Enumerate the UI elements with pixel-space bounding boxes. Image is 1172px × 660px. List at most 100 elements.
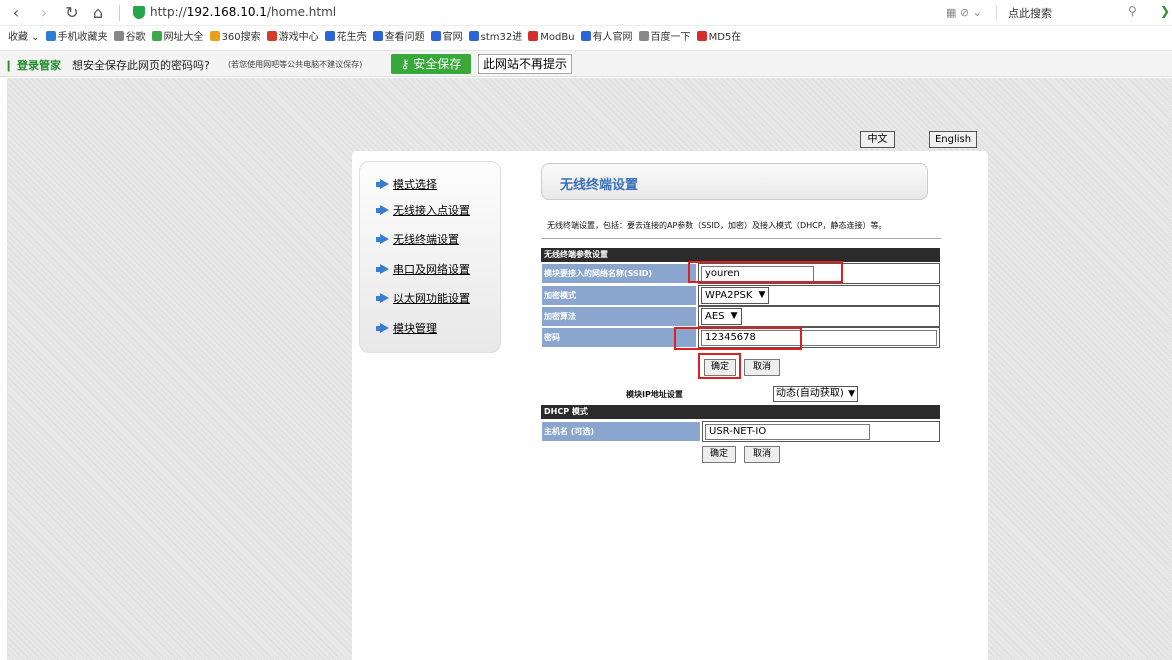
bookmark-favicon-icon: [528, 31, 539, 41]
bookmark-favicon-icon: [266, 31, 277, 41]
page-title-box: 无线终端设置: [541, 163, 928, 200]
bookmark-favicon-icon: [468, 31, 479, 41]
menu-item-label: 无线终端设置: [393, 233, 459, 246]
safe-save-label: 安全保存: [413, 57, 462, 71]
arrow-right-icon: [380, 264, 389, 274]
page-title: 无线终端设置: [560, 178, 639, 193]
hostname-input[interactable]: USR-NET-IO: [705, 424, 870, 440]
bookmark-label: 百度一下: [650, 32, 691, 43]
chevron-down-icon: ▼: [730, 311, 738, 321]
bookmark-label: stm32进: [480, 32, 523, 43]
ssid-label: 模块要接入的网络名称(SSID): [541, 263, 697, 284]
encrypt-mode-select[interactable]: WPA2PSK ▼: [701, 287, 770, 304]
bookmark-label: ModBu: [540, 32, 575, 43]
ip-mode-select[interactable]: 动态(自动获取) ▼: [773, 386, 858, 402]
encrypt-algo-select[interactable]: AES ▼: [701, 308, 742, 325]
security-shield-icon: [133, 6, 145, 19]
page-description: 无线终端设置，包括：要去连接的AP参数（SSID，加密）及接入模式（DHCP，静…: [547, 221, 887, 230]
browser-toolbar: ‹ › ↻ ⌂ http://192.168.10.1/home.html ▦ …: [0, 0, 1172, 26]
bookmark-favicon-icon: [430, 31, 441, 41]
bookmarks-bar: 收藏 ⌄ 手机收藏夹 谷歌 网址大全 360搜索 游戏中心 花生壳 查看问题 官网 stm32进 M…: [0, 28, 1172, 48]
bookmark-item[interactable]: 360搜索: [209, 28, 261, 48]
encrypt-algo-cell: AES ▼: [698, 306, 940, 327]
forward-icon[interactable]: ›: [34, 3, 54, 23]
toolbar-divider: [996, 6, 997, 20]
encrypt-algo-label: 加密算法: [541, 306, 697, 327]
search-icon[interactable]: ⚲: [1128, 4, 1137, 18]
never-prompt-button[interactable]: 此网站不再提示: [478, 54, 572, 74]
address-bar[interactable]: http://192.168.10.1/home.html: [150, 5, 336, 19]
bookmark-item[interactable]: 网址大全: [151, 28, 204, 48]
bookmark-label: 网址大全: [163, 32, 204, 43]
lang-chinese-button[interactable]: 中文: [860, 131, 895, 148]
bookmark-item[interactable]: 游戏中心: [266, 28, 319, 48]
menu-item-label: 以太网功能设置: [393, 292, 470, 305]
bookmark-item[interactable]: 谷歌: [113, 28, 146, 48]
sidebar-toggle-icon[interactable]: ❯: [1160, 4, 1170, 18]
bookmark-item[interactable]: ModBu: [528, 28, 575, 48]
bookmark-label: 游戏中心: [278, 32, 319, 43]
bookmark-label: MD5在: [708, 32, 742, 43]
highlight-ssid: [688, 261, 843, 283]
menu-item-ethernet[interactable]: 以太网功能设置: [376, 290, 470, 306]
wifi-section-header: 无线终端参数设置: [541, 248, 940, 262]
bookmark-favicon-icon: [113, 31, 124, 41]
bookmark-item[interactable]: 百度一下: [638, 28, 691, 48]
encrypt-mode-cell: WPA2PSK ▼: [698, 285, 940, 306]
menu-item-label: 串口及网络设置: [393, 263, 470, 276]
wifi-cancel-button[interactable]: 取消: [744, 359, 780, 376]
lang-english-button[interactable]: English: [929, 131, 977, 148]
key-icon: ⚷: [400, 57, 410, 71]
bookmark-item[interactable]: 手机收藏夹: [45, 28, 108, 48]
toolbar-extension-icons[interactable]: ▦ ⊘ ⌄: [946, 6, 982, 19]
bookmark-item[interactable]: 查看问题: [372, 28, 425, 48]
bookmark-item[interactable]: 花生壳: [324, 28, 367, 48]
bookmark-label: 有人官网: [592, 32, 633, 43]
menu-item-label: 无线接入点设置: [393, 204, 470, 217]
menu-item-mode-select[interactable]: 模式选择: [376, 176, 437, 192]
bookmark-label: 手机收藏夹: [57, 32, 108, 43]
bookmark-item[interactable]: 收藏 ⌄: [8, 28, 40, 48]
public-computer-note: (若您使用网吧等公共电脑不建议保存): [228, 60, 363, 69]
bookmark-favicon-icon: [580, 31, 591, 41]
encrypt-mode-row: 加密模式 WPA2PSK ▼: [541, 285, 940, 306]
hostname-cell: USR-NET-IO: [702, 421, 940, 442]
bookmark-label: 官网: [442, 32, 463, 43]
bookmark-label: 花生壳: [336, 32, 367, 43]
encrypt-algo-row: 加密算法 AES ▼: [541, 306, 940, 327]
refresh-icon[interactable]: ↻: [62, 3, 82, 23]
menu-item-sta-settings[interactable]: 无线终端设置: [376, 231, 459, 247]
bookmark-label: 360搜索: [221, 32, 261, 43]
ip-mode-value: 动态(自动获取): [776, 388, 844, 399]
safe-save-button[interactable]: ⚷ 安全保存: [391, 54, 471, 74]
encrypt-algo-value: AES: [705, 311, 725, 322]
arrow-right-icon: [380, 323, 389, 333]
hostname-row: 主机名 (可选) USR-NET-IO: [541, 421, 940, 442]
bookmark-item[interactable]: stm32进: [468, 28, 523, 48]
bookmark-favicon-icon: [151, 31, 162, 41]
menu-item-module-manage[interactable]: 模块管理: [376, 320, 437, 336]
brand-label: 登录管家: [17, 59, 62, 72]
dhcp-cancel-button[interactable]: 取消: [744, 446, 780, 463]
url-host: 192.168.10.1: [186, 5, 267, 19]
bookmark-favicon-icon: [372, 31, 383, 41]
arrow-right-icon: [380, 179, 389, 189]
back-icon[interactable]: ‹: [6, 3, 26, 23]
dhcp-ok-button[interactable]: 确定: [702, 446, 736, 463]
bookmark-label: 查看问题: [384, 32, 425, 43]
home-icon[interactable]: ⌂: [88, 3, 108, 23]
menu-item-ap-settings[interactable]: 无线接入点设置: [376, 202, 470, 218]
encrypt-mode-value: WPA2PSK: [705, 290, 753, 301]
bookmark-favicon-icon: [45, 31, 56, 41]
highlight-password: [674, 327, 802, 350]
menu-item-serial-network[interactable]: 串口及网络设置: [376, 261, 470, 277]
search-input[interactable]: 点此搜索: [1008, 5, 1052, 21]
url-prefix: http://: [150, 5, 187, 19]
menu-item-label: 模块管理: [393, 322, 437, 335]
bookmark-item[interactable]: MD5在: [696, 28, 742, 48]
bookmark-item[interactable]: 官网: [430, 28, 463, 48]
bookmark-item[interactable]: 有人官网: [580, 28, 633, 48]
arrow-right-icon: [380, 205, 389, 215]
chevron-down-icon: ▼: [848, 389, 855, 399]
bookmark-favicon-icon: [696, 31, 707, 41]
